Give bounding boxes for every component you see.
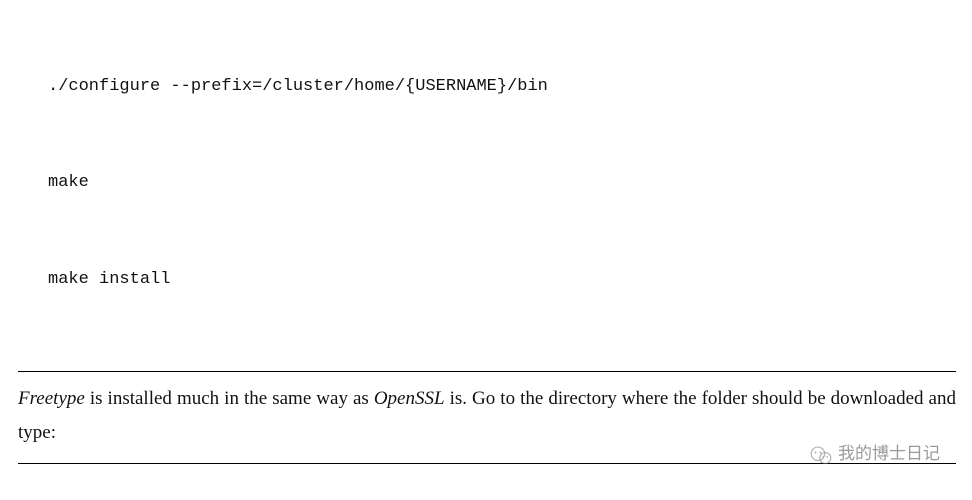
code-block-2: git clone https://github.com/freetype/fr… — [18, 474, 956, 500]
library-name-freetype: Freetype — [18, 388, 85, 409]
code-line: make install — [48, 264, 956, 296]
horizontal-rule — [18, 463, 956, 464]
code-block-1: ./configure --prefix=/cluster/home/{USER… — [18, 4, 956, 367]
code-text: make — [48, 173, 89, 192]
library-name-openssl: OpenSSL — [374, 388, 445, 409]
paragraph-freetype: Freetype is installed much in the same w… — [18, 382, 956, 450]
code-line: ./configure --prefix=/cluster/home/{USER… — [48, 71, 956, 103]
code-text: ./configure --prefix=/cluster/home/{USER… — [48, 77, 548, 96]
horizontal-rule — [18, 371, 956, 372]
code-line: make — [48, 167, 956, 199]
code-text: make install — [48, 270, 170, 289]
prose-text: is installed much in the same way as — [85, 388, 374, 409]
document-page: ./configure --prefix=/cluster/home/{USER… — [0, 0, 972, 500]
